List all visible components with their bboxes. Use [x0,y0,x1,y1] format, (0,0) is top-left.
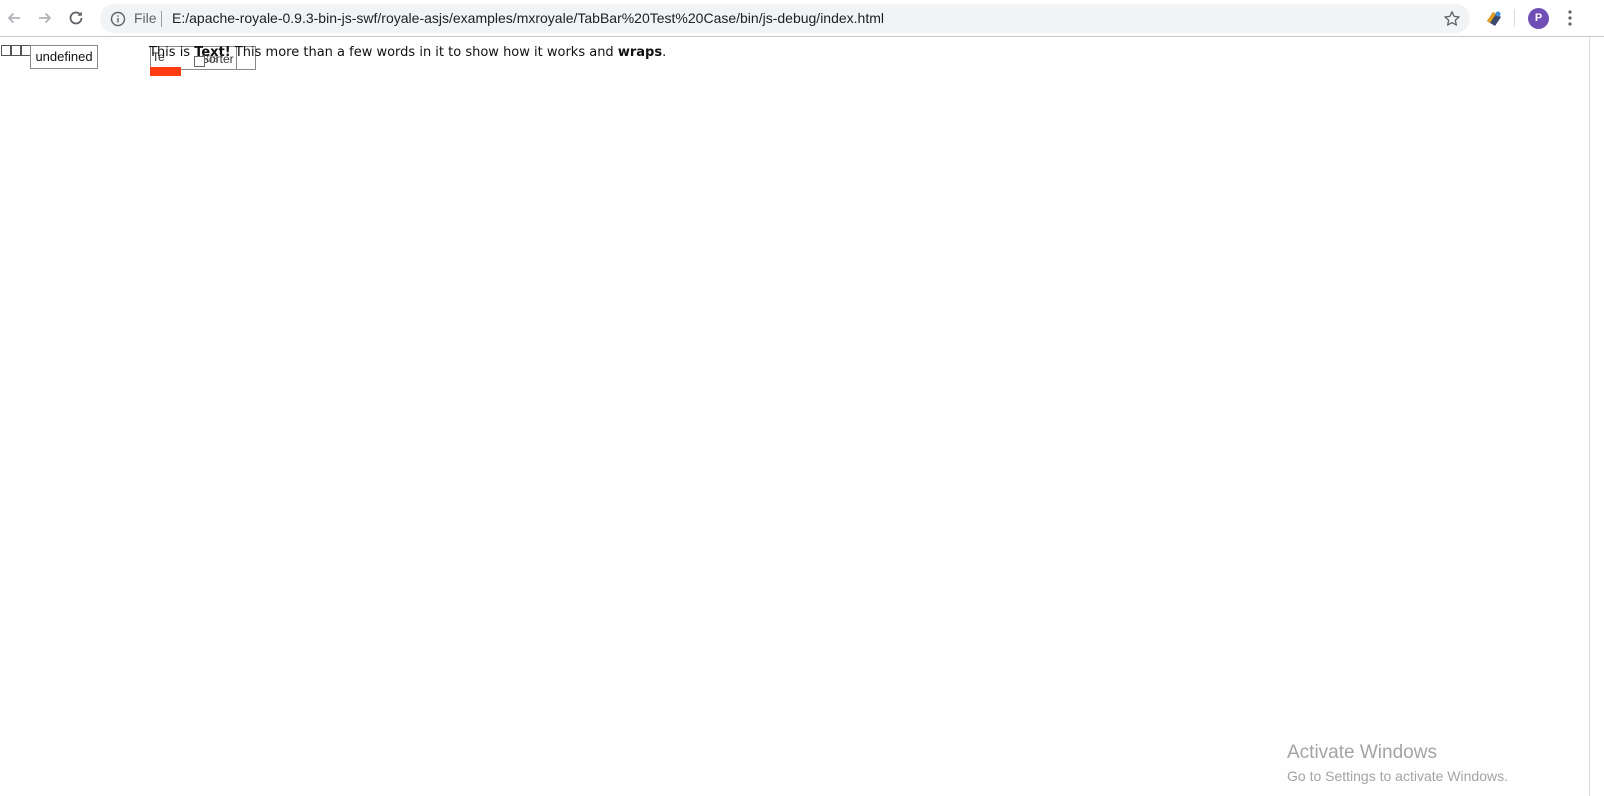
small-checkbox[interactable] [11,45,21,56]
forward-arrow-icon [39,12,52,24]
text-bold-segment: wraps [617,45,663,60]
text-segment: This more than a few words in it to show… [230,45,618,60]
rich-text-paragraph: This is Text! This more than a few words… [149,45,666,61]
url-text[interactable]: E:/apache-royale-0.9.3-bin-js-swf/royale… [172,10,884,27]
undefined-button[interactable]: undefined [30,45,98,69]
back-arrow-icon [7,12,20,24]
red-indicator-bar [150,67,181,76]
profile-avatar[interactable]: P [1528,8,1549,29]
address-bar[interactable]: File E:/apache-royale-0.9.3-bin-js-swf/r… [100,4,1470,33]
info-icon[interactable] [110,11,126,27]
browser-toolbar: File E:/apache-royale-0.9.3-bin-js-swf/r… [0,0,1604,37]
text-segment: . [662,45,667,60]
watermark-subtitle: Go to Settings to activate Windows. [1287,768,1508,784]
file-scheme-label: File [134,10,157,26]
small-checkbox[interactable] [1,45,11,56]
text-bold-segment: Text! [194,45,231,60]
forward-button[interactable] [33,6,57,30]
scrollbar-edge [1589,37,1590,796]
watermark-title: Activate Windows [1287,742,1437,763]
text-segment: This is [149,45,195,60]
omnibox-divider [161,11,162,27]
extension-icon[interactable] [1484,9,1504,27]
reload-button[interactable] [64,6,88,30]
star-icon[interactable] [1443,10,1461,28]
activation-watermark: Activate Windows Go to Settings to activ… [1287,742,1508,785]
back-button[interactable] [2,6,26,30]
reload-icon [69,11,83,25]
toolbar-divider [1514,9,1515,27]
kebab-menu-icon[interactable] [1565,9,1575,27]
